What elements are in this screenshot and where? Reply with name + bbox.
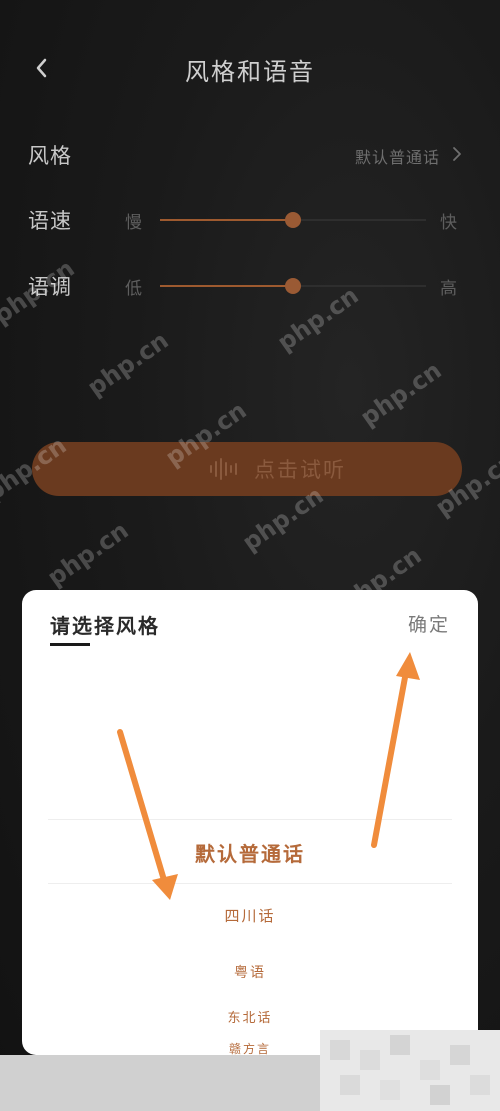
mosaic-patch bbox=[320, 1030, 500, 1111]
up-arrow-icon bbox=[371, 652, 420, 848]
screen: 风格和语音 风格 默认普通话 语速 慢 快 语调 低 高 点击试听 请选择风格 … bbox=[0, 0, 500, 1111]
down-arrow-icon bbox=[117, 729, 178, 900]
